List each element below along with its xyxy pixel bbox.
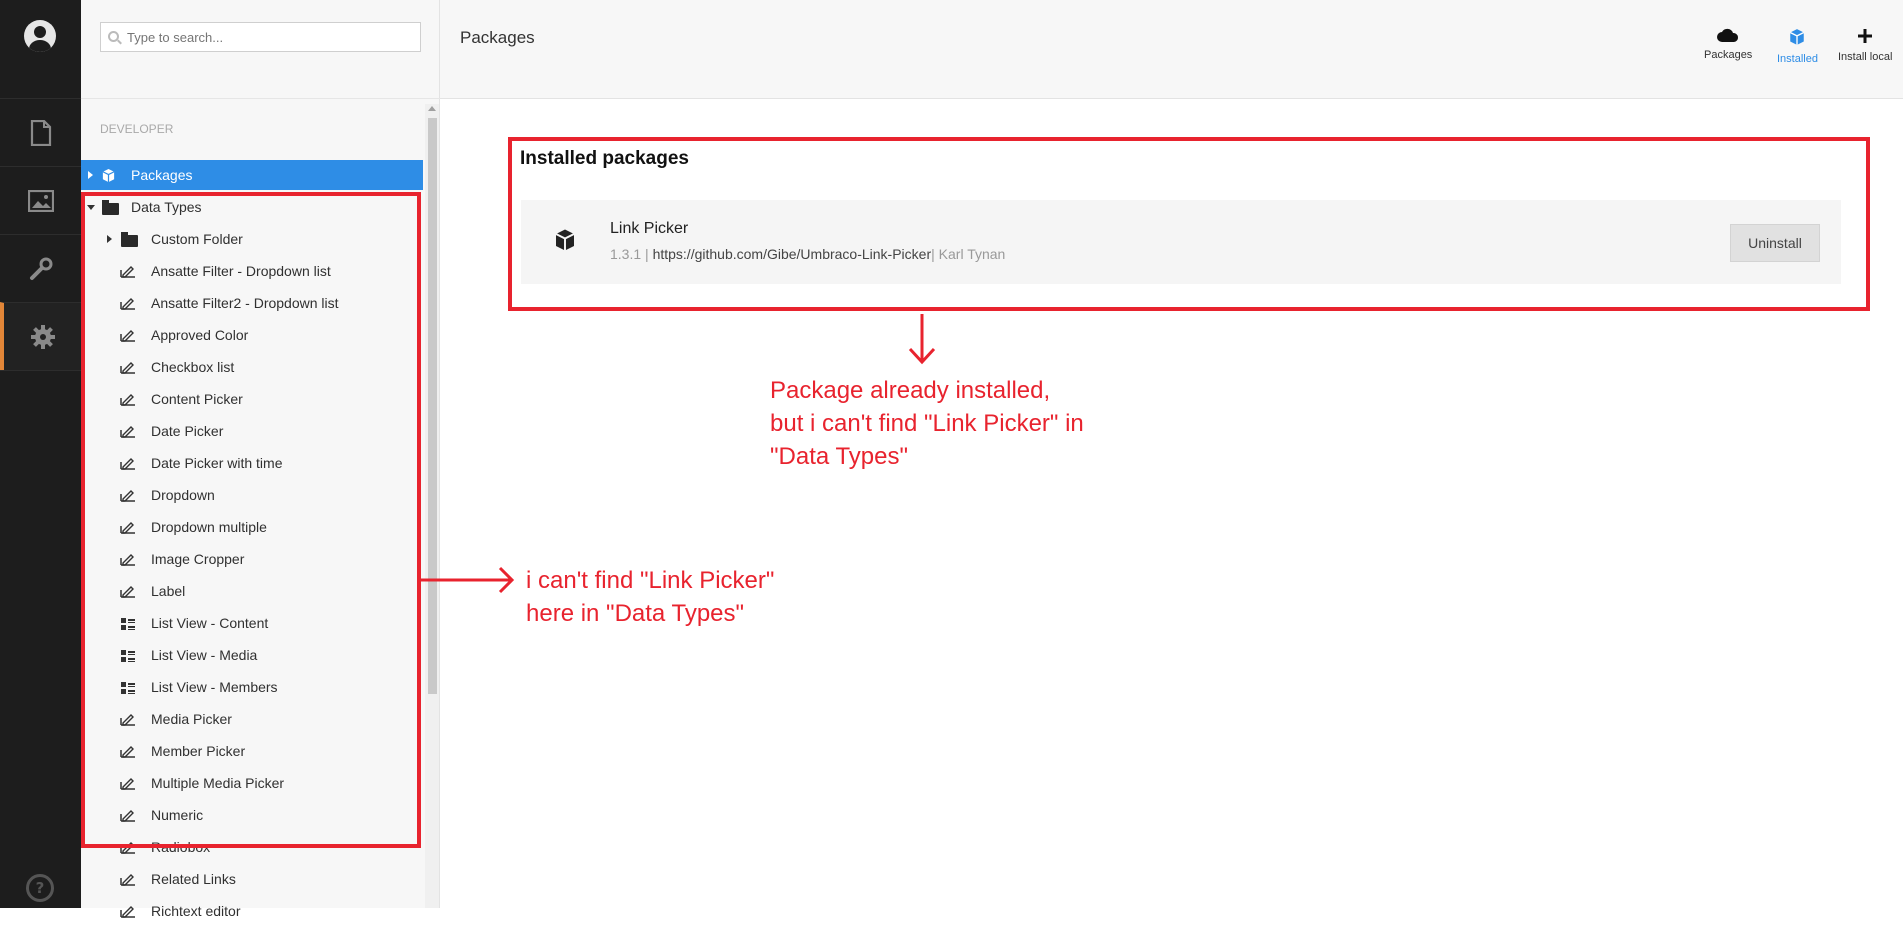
annotation-note-2: i can't find "Link Picker" here in "Data… <box>526 567 775 627</box>
arrow-down-annotation <box>908 314 936 365</box>
annotation-note-1: Package already installed, but i can't f… <box>770 377 1084 470</box>
arrow-right-annotation <box>421 566 515 594</box>
